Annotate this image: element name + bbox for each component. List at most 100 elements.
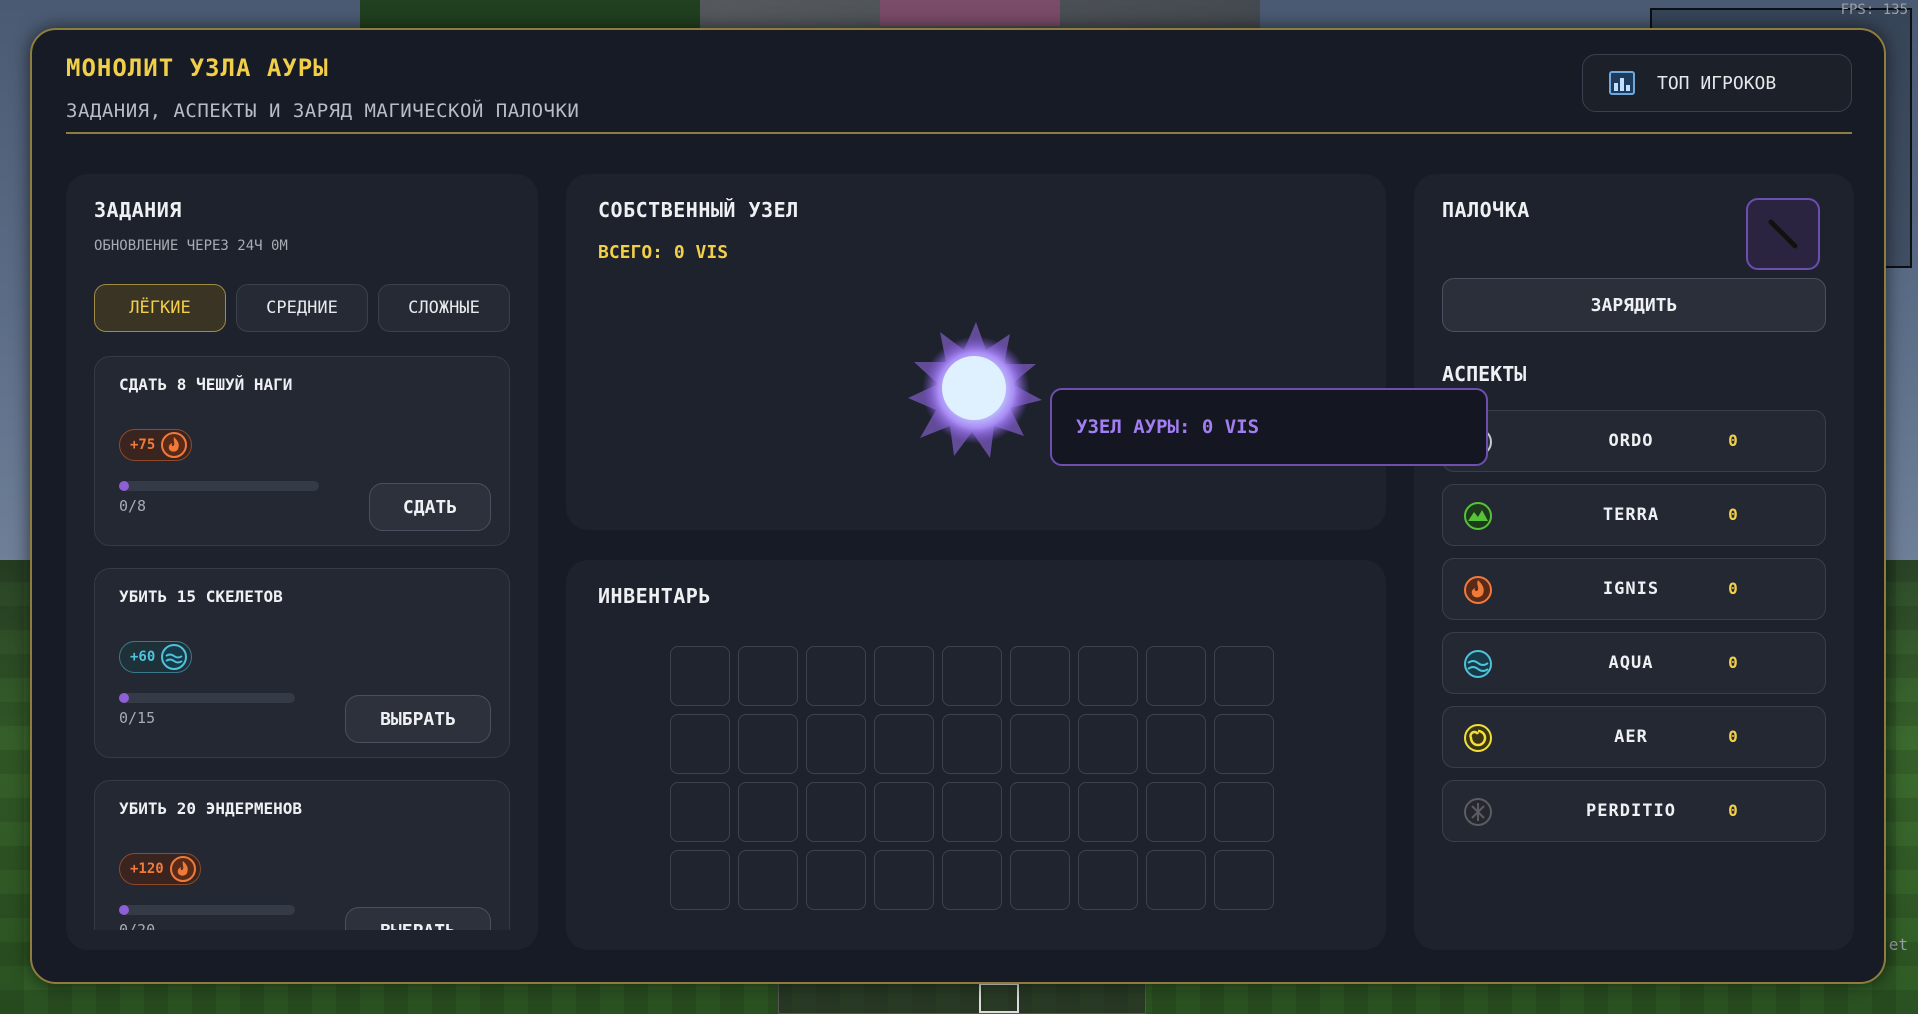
ignis-icon xyxy=(161,432,188,458)
tab-hard[interactable]: СЛОЖНЫЕ xyxy=(378,284,510,332)
header-divider xyxy=(66,132,1852,134)
monolith-window: МОНОЛИТ УЗЛА АУРЫ ЗАДАНИЯ, АСПЕКТЫ И ЗАР… xyxy=(30,28,1886,984)
inventory-slot[interactable] xyxy=(942,714,1002,774)
task-card: СДАТЬ 8 ЧЕШУЙ НАГИ +75 0/8 СДАТЬ xyxy=(94,356,510,546)
inventory-slot[interactable] xyxy=(1146,782,1206,842)
inventory-slot[interactable] xyxy=(738,850,798,910)
task-progress-text: 0/20 xyxy=(119,921,156,930)
inventory-slot[interactable] xyxy=(806,782,866,842)
tasks-panel: ЗАДАНИЯ ОБНОВЛЕНИЕ ЧЕРЕЗ 24Ч 0М ЛЁГКИЕ С… xyxy=(66,174,538,950)
aspect-row-ignis[interactable]: IGNIS 0 xyxy=(1442,558,1826,620)
node-title: СОБСТВЕННЫЙ УЗЕЛ xyxy=(598,198,799,222)
task-progress-text: 0/15 xyxy=(119,709,156,727)
inventory-slot[interactable] xyxy=(1010,782,1070,842)
aspect-name: AQUA xyxy=(1608,653,1654,673)
inventory-slot[interactable] xyxy=(942,850,1002,910)
aspect-value: 0 xyxy=(1728,431,1738,450)
inventory-slot[interactable] xyxy=(1214,714,1274,774)
task-name: УБИТЬ 20 ЭНДЕРМЕНОВ xyxy=(119,799,303,818)
inventory-slot[interactable] xyxy=(1214,850,1274,910)
aspect-row-perditio[interactable]: PERDITIO 0 xyxy=(1442,780,1826,842)
inventory-slot[interactable] xyxy=(874,850,934,910)
inventory-slot[interactable] xyxy=(1078,782,1138,842)
inventory-slot[interactable] xyxy=(806,850,866,910)
inventory-slot[interactable] xyxy=(942,782,1002,842)
choose-button[interactable]: ВЫБРАТЬ xyxy=(345,695,491,743)
inventory-panel: ИНВЕНТАРЬ xyxy=(566,560,1386,950)
aspect-row-terra[interactable]: TERRA 0 xyxy=(1442,484,1826,546)
inventory-slot[interactable] xyxy=(670,714,730,774)
inventory-slot[interactable] xyxy=(1214,782,1274,842)
difficulty-tabs: ЛЁГКИЕ СРЕДНИЕ СЛОЖНЫЕ xyxy=(94,284,510,332)
aspect-value: 0 xyxy=(1728,653,1738,672)
inventory-slot[interactable] xyxy=(874,782,934,842)
task-list[interactable]: СДАТЬ 8 ЧЕШУЙ НАГИ +75 0/8 СДАТЬ УБИТЬ 1… xyxy=(94,356,510,930)
inventory-slot[interactable] xyxy=(806,714,866,774)
task-progress-bar xyxy=(119,481,319,491)
top-players-button[interactable]: ТОП ИГРОКОВ xyxy=(1582,54,1852,112)
task-reward-badge: +75 xyxy=(119,429,193,461)
inventory-slot[interactable] xyxy=(670,782,730,842)
perditio-icon xyxy=(1464,798,1492,826)
inventory-slot[interactable] xyxy=(1146,646,1206,706)
inventory-slot[interactable] xyxy=(1078,850,1138,910)
tab-easy[interactable]: ЛЁГКИЕ xyxy=(94,284,226,332)
inventory-slot[interactable] xyxy=(1010,850,1070,910)
terra-icon xyxy=(1464,502,1492,530)
aspect-row-ordo[interactable]: ORDO 0 xyxy=(1442,410,1826,472)
inventory-slot[interactable] xyxy=(1146,714,1206,774)
choose-button[interactable]: ВЫБРАТЬ xyxy=(345,907,491,930)
charge-button[interactable]: ЗАРЯДИТЬ xyxy=(1442,278,1826,332)
inventory-slot[interactable] xyxy=(738,782,798,842)
hotbar-selected-slot[interactable] xyxy=(979,983,1019,1013)
inventory-slot[interactable] xyxy=(806,646,866,706)
task-progress-text: 0/8 xyxy=(119,497,147,515)
inventory-slot[interactable] xyxy=(738,646,798,706)
aspect-value: 0 xyxy=(1728,505,1738,524)
inventory-slot[interactable] xyxy=(1010,714,1070,774)
task-progress-fill xyxy=(119,481,129,491)
task-progress-bar xyxy=(119,905,295,915)
task-name: УБИТЬ 15 СКЕЛЕТОВ xyxy=(119,587,283,606)
leaderboard-icon xyxy=(1609,71,1635,95)
aspect-name: IGNIS xyxy=(1602,579,1660,599)
hotbar[interactable] xyxy=(778,982,1146,1014)
task-reward-badge: +120 xyxy=(119,853,201,885)
inventory-slot[interactable] xyxy=(1078,714,1138,774)
aura-node-tooltip: УЗЕЛ АУРЫ: 0 VIS xyxy=(1050,388,1488,466)
inventory-slot[interactable] xyxy=(1214,646,1274,706)
reward-amount: +120 xyxy=(130,861,164,877)
task-card: УБИТЬ 15 СКЕЛЕТОВ +60 0/15 ВЫБРАТЬ xyxy=(94,568,510,758)
aspects-title: АСПЕКТЫ xyxy=(1442,362,1527,386)
aspect-name: AER xyxy=(1614,727,1648,747)
submit-button[interactable]: СДАТЬ xyxy=(369,483,491,531)
aspect-row-aqua[interactable]: AQUA 0 xyxy=(1442,632,1826,694)
inventory-slot[interactable] xyxy=(874,714,934,774)
wand-title: ПАЛОЧКА xyxy=(1442,198,1530,222)
inventory-slot[interactable] xyxy=(942,646,1002,706)
aura-node-orb[interactable] xyxy=(906,320,1046,460)
task-name: СДАТЬ 8 ЧЕШУЙ НАГИ xyxy=(119,375,293,394)
window-title: МОНОЛИТ УЗЛА АУРЫ xyxy=(66,54,329,82)
ignis-icon xyxy=(169,856,196,882)
inventory-slot[interactable] xyxy=(1146,850,1206,910)
aqua-icon xyxy=(161,644,188,670)
tab-medium[interactable]: СРЕДНИЕ xyxy=(236,284,368,332)
inventory-slot[interactable] xyxy=(874,646,934,706)
task-card: УБИТЬ 20 ЭНДЕРМЕНОВ +120 0/20 ВЫБРАТЬ xyxy=(94,780,510,930)
task-reward-badge: +60 xyxy=(119,641,193,673)
aspect-row-aer[interactable]: AER 0 xyxy=(1442,706,1826,768)
inventory-slot[interactable] xyxy=(670,646,730,706)
inventory-title: ИНВЕНТАРЬ xyxy=(598,584,711,608)
window-subtitle: ЗАДАНИЯ, АСПЕКТЫ И ЗАРЯД МАГИЧЕСКОЙ ПАЛО… xyxy=(66,100,580,122)
aspect-value: 0 xyxy=(1728,727,1738,746)
inventory-slot[interactable] xyxy=(1078,646,1138,706)
inventory-slot[interactable] xyxy=(670,850,730,910)
inventory-slot[interactable] xyxy=(738,714,798,774)
reward-amount: +75 xyxy=(130,437,156,453)
ignis-icon xyxy=(1464,576,1492,604)
own-node-panel: СОБСТВЕННЫЙ УЗЕЛ ВСЕГО: 0 VIS УЗЕЛ АУРЫ:… xyxy=(566,174,1488,530)
inventory-slot[interactable] xyxy=(1010,646,1070,706)
aspect-name: TERRA xyxy=(1602,505,1660,525)
wand-slot[interactable] xyxy=(1746,198,1820,270)
